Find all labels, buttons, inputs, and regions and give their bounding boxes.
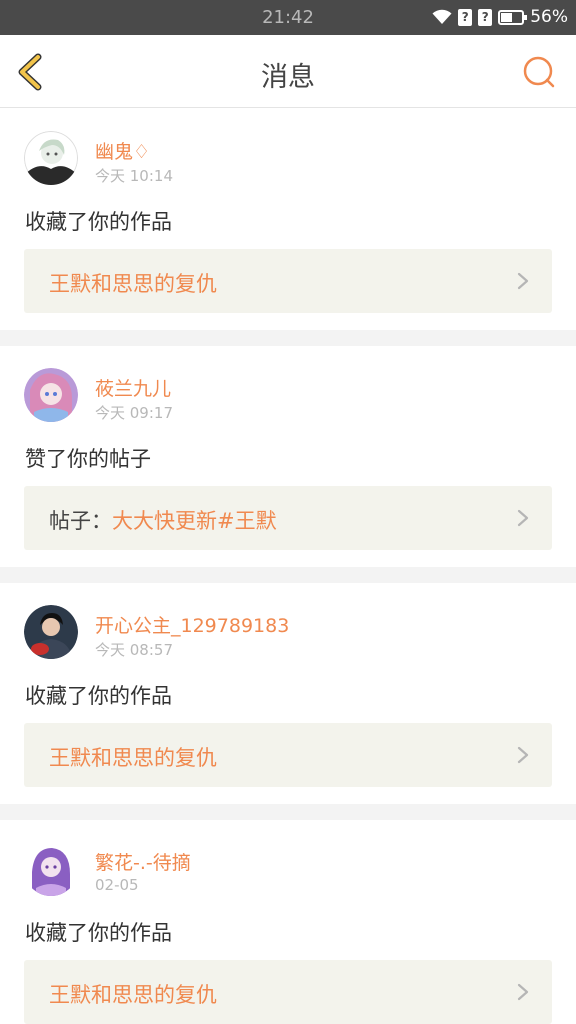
message-card: 繁花-.-待摘 02-05 收藏了你的作品 王默和思思的复仇	[0, 820, 576, 1024]
message-card: 幽鬼♢ 今天 10:14 收藏了你的作品 王默和思思的复仇	[0, 109, 576, 330]
referenced-work-text: 王默和思思的复仇	[49, 742, 217, 772]
divider	[0, 804, 576, 820]
message-time: 02-05	[95, 876, 139, 894]
chevron-right-icon	[517, 272, 529, 290]
ref-title: 王默和思思的复仇	[49, 983, 217, 1007]
referenced-work-text: 王默和思思的复仇	[49, 268, 217, 298]
username[interactable]: 幽鬼♢	[95, 137, 150, 164]
divider	[0, 330, 576, 346]
avatar[interactable]	[24, 131, 78, 185]
message-action: 收藏了你的作品	[25, 921, 172, 945]
no-signal-icon: ?	[478, 8, 493, 26]
wifi-icon	[432, 9, 452, 24]
message-time: 今天 08:57	[95, 641, 173, 659]
message-card: 开心公主_129789183 今天 08:57 收藏了你的作品 王默和思思的复仇	[0, 583, 576, 804]
page-title: 消息	[261, 62, 315, 93]
referenced-work[interactable]: 王默和思思的复仇	[24, 249, 552, 313]
chevron-right-icon	[517, 509, 529, 527]
search-icon[interactable]	[522, 55, 556, 89]
referenced-work[interactable]: 王默和思思的复仇	[24, 960, 552, 1024]
username[interactable]: 莜兰九儿	[95, 374, 171, 401]
avatar[interactable]	[24, 368, 78, 422]
message-time: 今天 09:17	[95, 404, 173, 422]
username[interactable]: 繁花-.-待摘	[95, 848, 191, 875]
message-action: 收藏了你的作品	[25, 210, 172, 234]
chevron-right-icon	[517, 746, 529, 764]
username[interactable]: 开心公主_129789183	[95, 611, 289, 638]
battery-icon	[498, 9, 528, 25]
battery-percent: 56%	[530, 7, 568, 27]
status-icons: ? ? 56%	[432, 7, 568, 27]
avatar[interactable]	[24, 842, 78, 896]
avatar[interactable]	[24, 605, 78, 659]
message-action: 赞了你的帖子	[25, 447, 151, 471]
message-time: 今天 10:14	[95, 167, 173, 185]
referenced-post-text: 帖子：大大快更新#王默	[49, 505, 277, 535]
referenced-work-text: 王默和思思的复仇	[49, 979, 217, 1009]
referenced-post[interactable]: 帖子：大大快更新#王默	[24, 486, 552, 550]
ref-title: 王默和思思的复仇	[49, 272, 217, 296]
divider	[0, 567, 576, 583]
message-card: 莜兰九儿 今天 09:17 赞了你的帖子 帖子：大大快更新#王默	[0, 346, 576, 567]
status-bar: 21:42 ? ? 56%	[0, 0, 576, 35]
battery-fill	[501, 12, 513, 22]
referenced-work[interactable]: 王默和思思的复仇	[24, 723, 552, 787]
ref-title: 王默和思思的复仇	[49, 746, 217, 770]
ref-prefix: 帖子：	[49, 509, 112, 533]
nav-bar: 消息	[0, 35, 576, 167]
chevron-right-icon	[517, 983, 529, 1001]
message-list: 幽鬼♢ 今天 10:14 收藏了你的作品 王默和思思的复仇 莜兰九儿 今天 09…	[0, 109, 576, 1024]
no-signal-icon: ?	[458, 8, 473, 26]
ref-title: 大大快更新#王默	[112, 509, 277, 533]
message-action: 收藏了你的作品	[25, 684, 172, 708]
